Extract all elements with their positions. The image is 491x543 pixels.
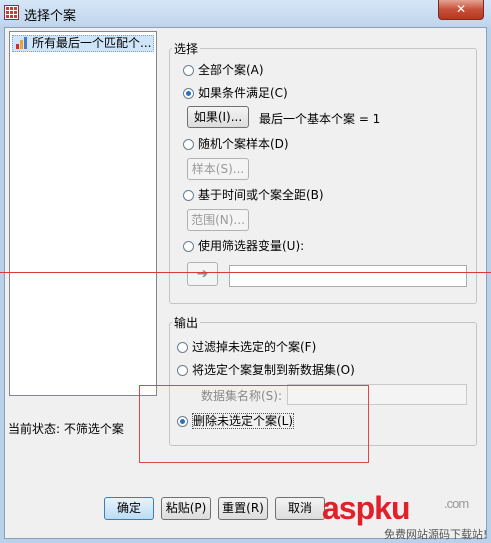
range-button[interactable]: 范围(N)... — [187, 209, 249, 231]
filter-variable-field[interactable] — [229, 265, 467, 287]
radio-indicator[interactable] — [183, 139, 194, 150]
list-item[interactable]: 所有最后一个匹配个... — [12, 35, 154, 52]
arrow-right-icon: ➔ — [196, 266, 209, 282]
radio-indicator[interactable] — [183, 65, 194, 76]
radio-indicator[interactable] — [183, 190, 194, 201]
watermark-tagline: 免费网站源码下载站! — [384, 528, 488, 541]
ok-button[interactable]: 确定 — [104, 497, 154, 520]
radio-all-cases[interactable]: 全部个案(A) — [183, 62, 264, 78]
close-button[interactable]: ✕ — [438, 0, 484, 20]
move-variable-button[interactable]: ➔ — [187, 262, 218, 286]
radio-label: 基于时间或个案全距(B) — [198, 188, 324, 202]
sample-button[interactable]: 样本(S)... — [187, 158, 249, 180]
variable-list[interactable]: 所有最后一个匹配个... — [9, 31, 157, 396]
data-grid-icon — [4, 5, 19, 20]
select-legend: 选择 — [174, 42, 199, 56]
dialog-window: 选择个案 ✕ 所有最后一个匹配个... 当前状态: 不筛选个案 选择 全部个案(… — [0, 0, 491, 543]
radio-filter-variable[interactable]: 使用筛选器变量(U): — [183, 238, 304, 254]
variable-label: 所有最后一个匹配个... — [32, 36, 152, 50]
radio-indicator[interactable] — [183, 241, 194, 252]
annotation-line — [0, 272, 491, 273]
radio-label: 将选定个案复制到新数据集(O) — [192, 363, 355, 377]
radio-indicator-selected[interactable] — [183, 88, 194, 99]
if-button[interactable]: 如果(I)... — [187, 106, 249, 128]
title-bar[interactable]: 选择个案 ✕ — [0, 0, 491, 27]
watermark-text: aspku — [322, 490, 410, 526]
cancel-button[interactable]: 取消 — [275, 497, 325, 520]
radio-label: 使用筛选器变量(U): — [198, 239, 305, 253]
radio-indicator[interactable] — [177, 365, 188, 376]
status-text: 当前状态: 不筛选个案 — [8, 422, 124, 436]
annotation-box — [139, 385, 369, 463]
radio-copy-new-dataset[interactable]: 将选定个案复制到新数据集(O) — [177, 362, 355, 378]
radio-label: 随机个案样本(D) — [198, 137, 289, 151]
output-legend: 输出 — [174, 316, 199, 330]
radio-label: 全部个案(A) — [198, 63, 264, 77]
reset-button[interactable]: 重置(R) — [218, 497, 268, 520]
radio-time-range[interactable]: 基于时间或个案全距(B) — [183, 187, 324, 203]
radio-random-sample[interactable]: 随机个案样本(D) — [183, 136, 289, 152]
radio-filter-out[interactable]: 过滤掉未选定的个案(F) — [177, 339, 316, 355]
nominal-variable-icon — [15, 37, 29, 49]
radio-label: 如果条件满足(C) — [198, 86, 288, 100]
close-icon: ✕ — [455, 2, 467, 16]
radio-indicator[interactable] — [177, 342, 188, 353]
paste-button[interactable]: 粘贴(P) — [161, 497, 211, 520]
watermark-domain: .com — [444, 496, 469, 511]
radio-if-condition[interactable]: 如果条件满足(C) — [183, 85, 288, 101]
watermark-logo: aspku .com 免费网站源码下载站! — [322, 490, 487, 541]
window-title: 选择个案 — [24, 9, 77, 24]
condition-text: 最后一个基本个案 = 1 — [259, 112, 381, 126]
radio-label: 过滤掉未选定的个案(F) — [192, 340, 317, 354]
